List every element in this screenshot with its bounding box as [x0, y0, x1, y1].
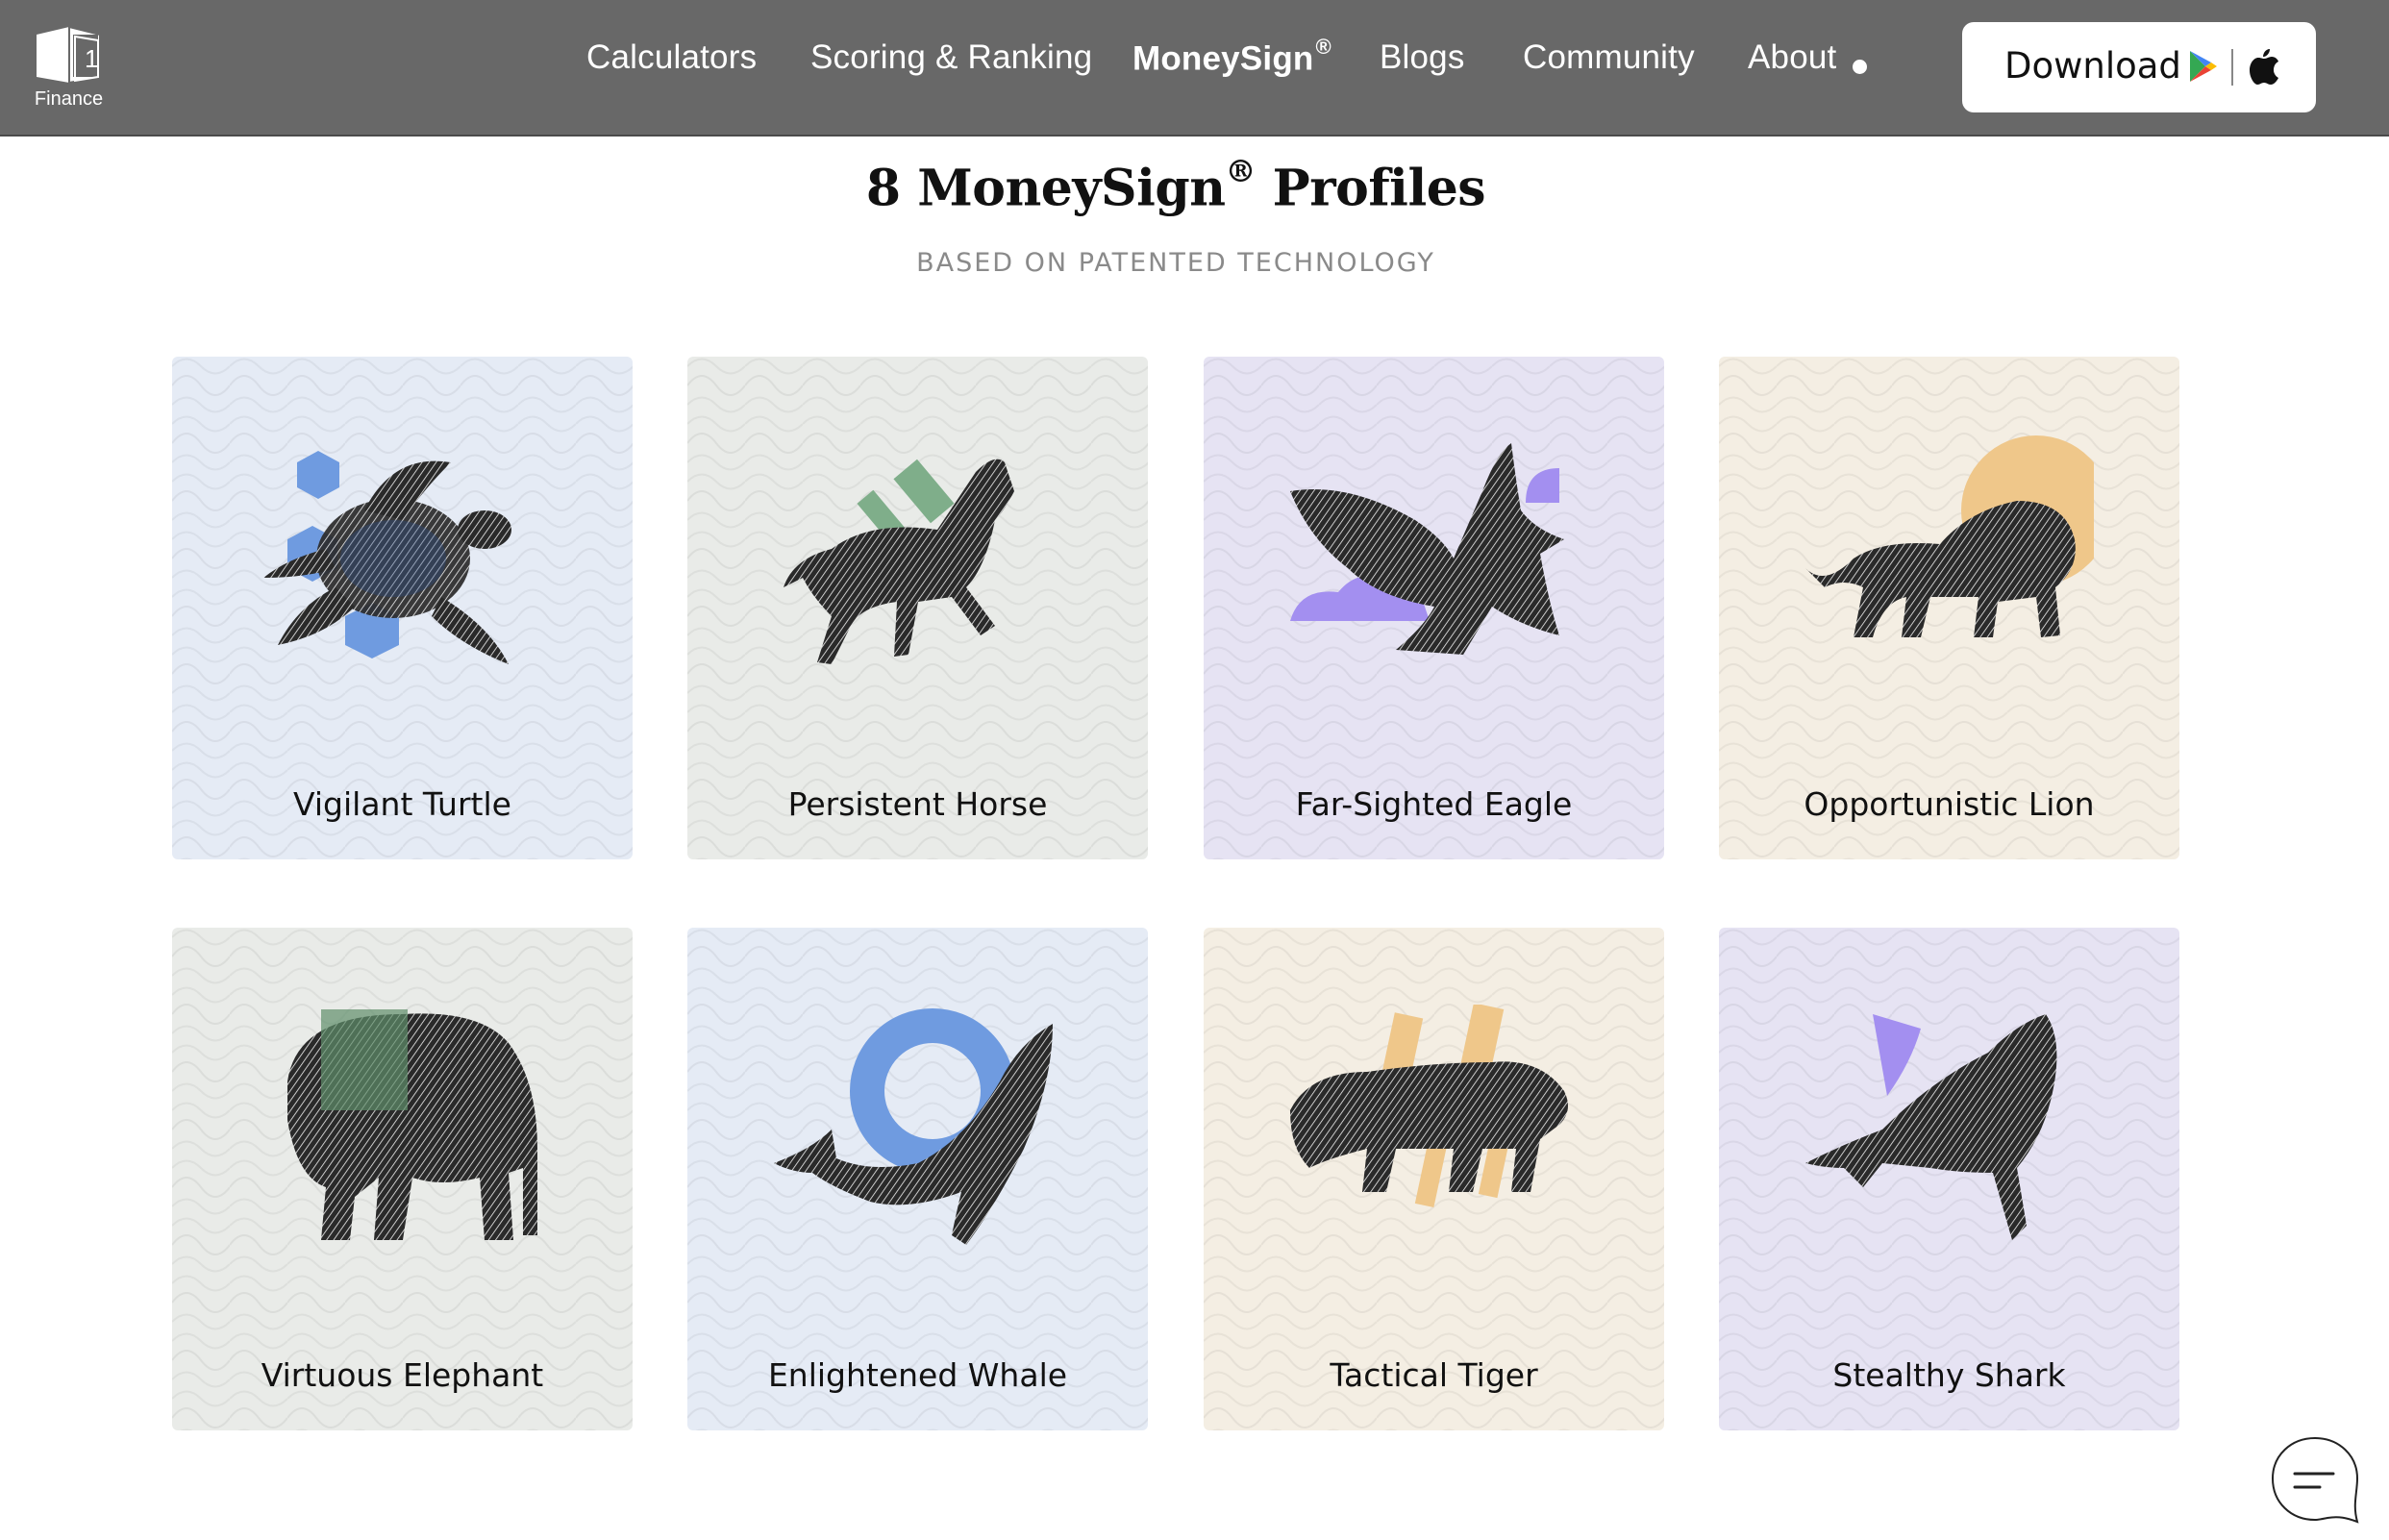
google-play-icon	[2190, 51, 2217, 82]
profile-card-virtuous-elephant[interactable]: Virtuous Elephant	[172, 928, 633, 1430]
logo-book-icon: 1	[37, 25, 101, 85]
eagle-icon	[1290, 443, 1564, 655]
logo-text: Finance	[34, 88, 104, 110]
profile-card-persistent-horse[interactable]: Persistent Horse	[687, 357, 1148, 859]
elephant-icon	[287, 1009, 537, 1240]
profile-card-far-sighted-eagle[interactable]: Far-Sighted Eagle	[1204, 357, 1664, 859]
nav-moneysign-registered: ®	[1315, 35, 1331, 59]
whale-icon	[774, 1008, 1053, 1245]
one-finance-logo[interactable]: 1 Finance	[33, 25, 119, 115]
download-divider	[2231, 49, 2233, 86]
profile-card-stealthy-shark[interactable]: Stealthy Shark	[1719, 928, 2179, 1430]
nav-community[interactable]: Community	[1523, 38, 1695, 77]
profile-name: Persistent Horse	[787, 785, 1048, 823]
shark-icon	[1805, 1014, 2057, 1240]
nav-about[interactable]: About	[1748, 38, 1836, 77]
lion-icon	[1805, 435, 2094, 637]
profile-name: Far-Sighted Eagle	[1295, 785, 1573, 823]
nav-calculators[interactable]: Calculators	[586, 38, 757, 77]
profile-card-vigilant-turtle[interactable]: Vigilant Turtle	[172, 357, 633, 859]
profile-name: Stealthy Shark	[1832, 1356, 2066, 1394]
nav-moneysign[interactable]: MoneySign®	[1132, 35, 1331, 79]
tiger-icon	[1290, 1005, 1568, 1207]
profile-card-tactical-tiger[interactable]: Tactical Tiger	[1204, 928, 1664, 1430]
about-dropdown-dot-icon[interactable]	[1853, 60, 1867, 74]
chat-menu-button[interactable]	[2270, 1435, 2360, 1526]
horse-icon	[784, 459, 1014, 664]
nav-moneysign-label: MoneySign	[1132, 39, 1314, 78]
profile-name: Tactical Tiger	[1330, 1356, 1538, 1394]
turtle-icon	[263, 451, 511, 664]
apple-icon	[2250, 49, 2278, 85]
profile-name: Vigilant Turtle	[293, 785, 511, 823]
section-title: 8 MoneySign® Profiles	[0, 153, 2352, 218]
section-title-suffix: Profiles	[1256, 159, 1486, 218]
download-button[interactable]: Download	[1962, 22, 2316, 112]
profile-name: Virtuous Elephant	[261, 1356, 544, 1394]
section-title-prefix: 8 MoneySign	[865, 159, 1226, 218]
section-subtitle: BASED ON PATENTED TECHNOLOGY	[916, 248, 1435, 278]
logo-digit: 1	[85, 44, 98, 73]
section-title-registered: ®	[1225, 153, 1257, 189]
profile-name: Opportunistic Lion	[1804, 785, 2095, 823]
download-label: Download	[2004, 45, 2181, 87]
profile-name: Enlightened Whale	[767, 1356, 1068, 1394]
nav-blogs[interactable]: Blogs	[1380, 38, 1465, 77]
profile-card-enlightened-whale[interactable]: Enlightened Whale	[687, 928, 1148, 1430]
nav-scoring-ranking[interactable]: Scoring & Ranking	[810, 38, 1092, 77]
top-navigation-bar: 1 Finance Calculators Scoring & Ranking …	[0, 0, 2389, 137]
profile-card-opportunistic-lion[interactable]: Opportunistic Lion	[1719, 357, 2179, 859]
